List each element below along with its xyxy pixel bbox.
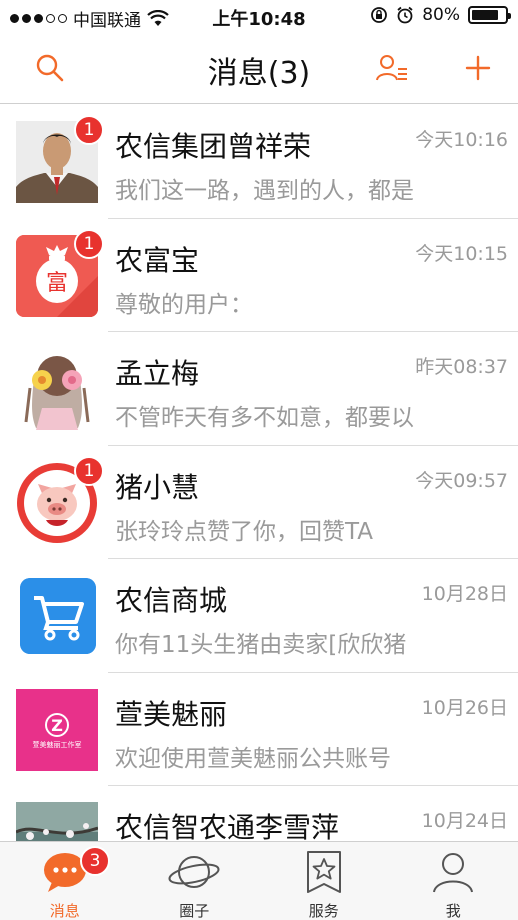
message-preview: 张玲玲点赞了你，回赞TA [115,518,373,545]
tab-label: 消息 [49,902,80,920]
message-row[interactable]: 农信智农通李雪萍 10月24日 [0,786,518,841]
nav-bar: 消息(3) [0,34,518,104]
tab-label: 我 [445,902,461,920]
svg-text:富: 富 [46,271,68,296]
battery-percent: 80% [422,5,460,25]
contacts-button[interactable] [372,48,412,88]
shopping-cart-icon [20,578,96,654]
message-preview: 欢迎使用萱美魅丽公共账号 [115,745,391,772]
page-title: 消息(3) [207,56,311,91]
message-preview: 不管昨天有多不如意，都要以 [115,405,414,431]
planet-icon [168,856,220,888]
orientation-lock-icon [371,7,388,23]
tab-circle[interactable]: 圈子 [130,842,260,920]
tab-me[interactable]: 我 [389,842,518,920]
contact-name: 农信商城 [115,584,228,617]
avatar [16,348,98,430]
message-time: 今天10:16 [415,129,508,151]
contact-name: 孟立梅 [115,357,200,390]
message-preview: 尊敬的用户： [115,291,253,318]
contact-name: 农富宝 [115,243,200,277]
tab-services[interactable]: 服务 [259,842,389,920]
status-right: 80% [370,5,511,25]
contact-name: 农信智农通李雪萍 [115,811,340,841]
star-bookmark-icon [306,851,341,893]
message-row[interactable]: 农信商城 10月28日 你有11头生猪由卖家[欣欣猪 [0,559,518,673]
unread-badge: 1 [74,228,104,259]
message-time: 10月28日 [421,583,508,605]
message-time: 10月24日 [421,810,508,832]
message-row[interactable]: 1 农信集团曾祥荣 今天10:16 我们这一路，遇到的人，都是 [0,105,518,219]
message-preview: 我们这一路，遇到的人，都是 [115,178,414,204]
alarm-icon [397,6,413,24]
message-row[interactable]: Z 萱美魅丽工作室 萱美魅丽 10月26日 欢迎使用萱美魅丽公共账号 [0,673,518,787]
contact-name: 农信集团曾祥荣 [115,130,312,163]
message-preview: 你有11头生猪由卖家[欣欣猪 [115,632,407,658]
z-logo: Z 萱美魅丽工作室 [16,688,98,771]
message-row[interactable]: 富 1 农富宝 今天10:15 尊敬的用户： [0,219,518,333]
svg-text:Z: Z [51,716,63,735]
message-time: 今天10:15 [415,242,508,265]
message-time: 今天09:57 [415,469,508,492]
contact-name: 猪小慧 [115,470,200,504]
unread-badge: 1 [74,455,104,486]
contacts-list-icon [376,55,407,81]
message-time: 10月26日 [421,696,508,719]
message-list: 1 农信集团曾祥荣 今天10:16 我们这一路，遇到的人，都是 富 1 农富宝 … [0,105,518,841]
message-row[interactable]: 1 猪小慧 今天09:57 张玲玲点赞了你，回赞TA [0,446,518,560]
plus-icon [465,55,491,81]
avatar [20,578,96,654]
contact-name: 萱美魅丽 [115,697,228,731]
message-time: 昨天08:37 [415,356,508,378]
avatar [16,802,98,841]
battery-icon [468,6,511,24]
blossom-photo [16,802,98,841]
avatar: Z 萱美魅丽工作室 [16,688,98,771]
status-bar: 中国联通 上午10:48 80% [0,0,518,34]
tab-unread-badge: 3 [80,846,110,876]
person-icon [433,853,474,893]
tab-label: 圈子 [179,902,210,920]
add-button[interactable] [458,48,498,88]
tab-label: 服务 [308,902,339,920]
unread-badge: 1 [74,115,104,145]
tab-bar: 3 消息 圈子 服务 我 [0,841,518,920]
message-row[interactable]: 孟立梅 昨天08:37 不管昨天有多不如意，都要以 [0,332,518,446]
tab-messages[interactable]: 3 消息 [0,842,130,920]
svg-text:萱美魅丽工作室: 萱美魅丽工作室 [33,740,82,749]
girl-with-flowers-illustration [16,348,98,430]
